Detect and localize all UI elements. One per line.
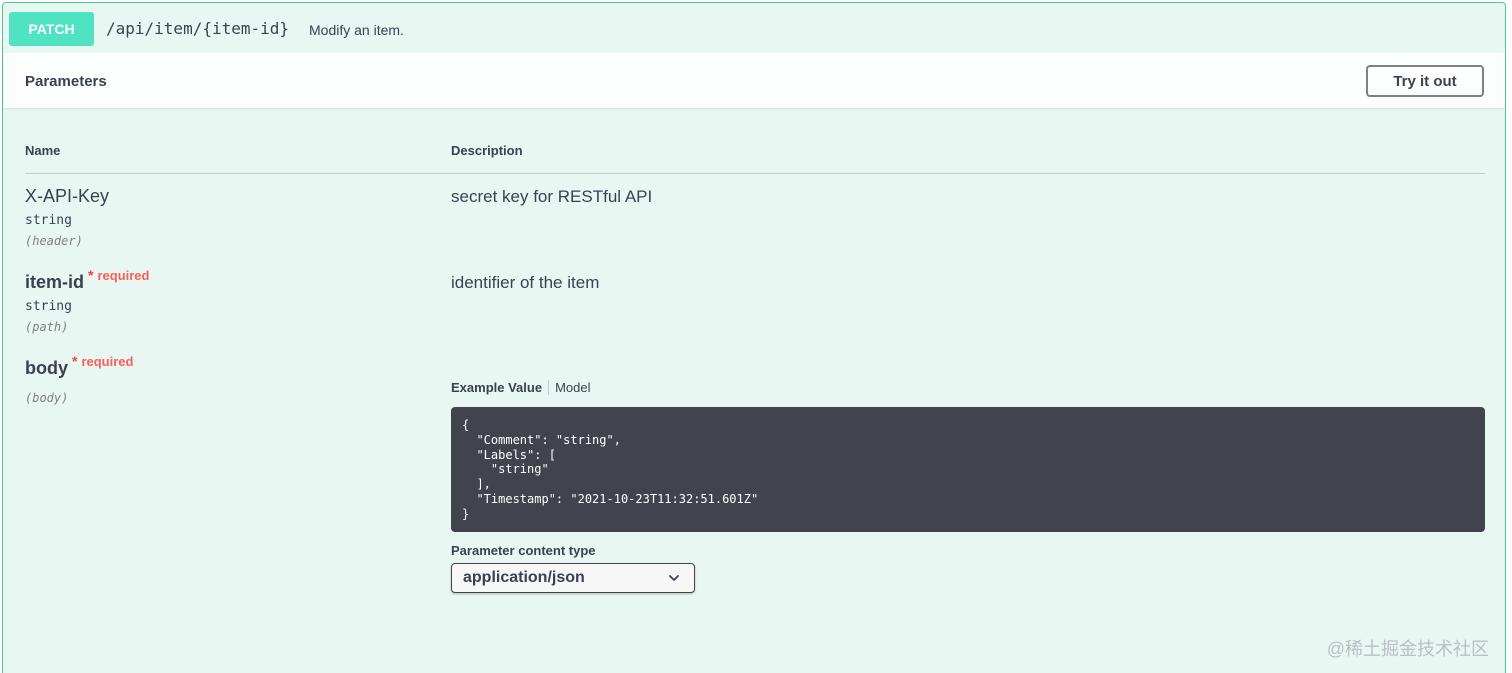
param-name-text: item-id	[25, 272, 85, 292]
header-divider	[25, 173, 1485, 174]
required-label: required	[81, 354, 134, 369]
required-star: *	[72, 353, 78, 369]
param-location: (header)	[25, 234, 83, 248]
body-tabs: Example Value Model	[451, 380, 590, 395]
param-location: (body)	[25, 391, 69, 405]
param-type: string	[25, 213, 72, 228]
param-name-body: body * required	[25, 353, 133, 379]
operation-summary-text: Modify an item.	[309, 22, 404, 38]
param-type: string	[25, 299, 72, 314]
method-badge: PATCH	[9, 12, 94, 46]
parameters-title: Parameters	[25, 73, 107, 90]
parameters-header: Parameters Try it out	[3, 53, 1505, 108]
operation-block: PATCH /api/item/{item-id} Modify an item…	[2, 2, 1506, 673]
required-label: required	[97, 268, 150, 283]
param-description: identifier of the item	[451, 273, 600, 292]
tab-model[interactable]: Model	[549, 380, 590, 395]
example-value-code: { "Comment": "string", "Labels": [ "stri…	[451, 407, 1485, 532]
operation-path: /api/item/{item-id}	[106, 19, 290, 38]
column-header-description: Description	[451, 143, 523, 158]
content-type-value: application/json	[463, 569, 585, 586]
column-header-name: Name	[25, 143, 61, 158]
watermark: @稀土掘金技术社区	[1326, 639, 1489, 659]
tab-example-value[interactable]: Example Value	[451, 380, 550, 395]
content-type-select[interactable]: application/json	[451, 563, 695, 593]
param-description: secret key for RESTful API	[451, 187, 653, 206]
try-it-out-button[interactable]: Try it out	[1366, 65, 1484, 97]
content-type-label: Parameter content type	[451, 543, 596, 558]
operation-summary[interactable]: PATCH /api/item/{item-id} Modify an item…	[3, 3, 1505, 52]
chevron-down-icon	[669, 575, 679, 581]
required-star: *	[88, 267, 94, 283]
param-location: (path)	[25, 320, 69, 334]
param-name-item-id: item-id * required	[25, 267, 149, 293]
param-name-x-api-key: X-API-Key	[25, 186, 110, 206]
param-name-text: body	[25, 358, 68, 378]
